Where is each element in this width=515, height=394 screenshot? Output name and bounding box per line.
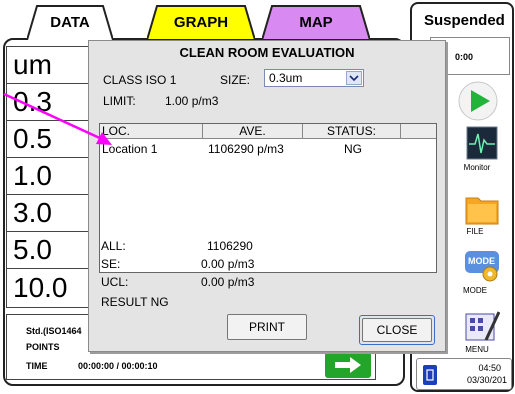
- pointer-arrow-icon: [3, 92, 112, 145]
